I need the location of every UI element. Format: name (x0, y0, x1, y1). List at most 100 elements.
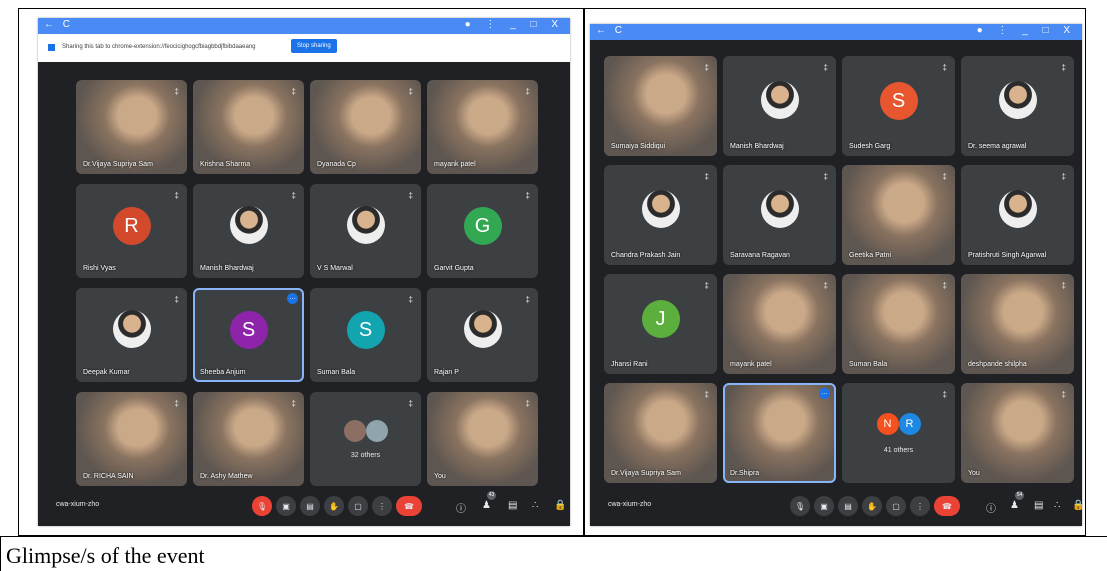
participant-tile[interactable]: Manish Bhardwaj ‡ (193, 184, 304, 278)
captions-button[interactable]: ▤ (300, 496, 320, 516)
camera-button[interactable]: ▣ (276, 496, 296, 516)
participant-tile[interactable]: Rajan P ‡ (427, 288, 538, 382)
participant-tile[interactable]: mayank patel ‡ (427, 80, 538, 174)
participant-tile[interactable]: Dr.Vijaya Supriya Sam ‡ (76, 80, 187, 174)
participant-tile[interactable]: Deepak Kumar ‡ (76, 288, 187, 382)
participant-tile[interactable]: 32 others ‡ (310, 392, 421, 486)
caption-left-border (0, 536, 1, 571)
others-avatar: N (876, 413, 899, 435)
mic-button[interactable]: 🎙 (790, 496, 810, 516)
stop-sharing-button[interactable]: Stop sharing (291, 39, 337, 53)
left-titlebar: ← C ● ⋮ _ □ X (38, 18, 570, 34)
mic-muted-icon: ‡ (704, 281, 709, 290)
raise-hand-button[interactable]: ✋ (324, 496, 344, 516)
info-icon[interactable]: ⓘ (456, 500, 466, 515)
participant-tile[interactable]: S Suman Bala ‡ (310, 288, 421, 382)
participant-avatar: J (641, 300, 680, 338)
people-count-badge: 54 (1015, 491, 1024, 500)
participant-tile[interactable]: Dr. Ashy Mathew ‡ (193, 392, 304, 486)
participant-tile[interactable]: Dr.Vijaya Supriya Sam ‡ (604, 383, 717, 483)
leave-call-button[interactable]: ☎ (396, 496, 422, 516)
participant-avatar: G (463, 207, 502, 246)
more-options-button[interactable]: ⋮ (910, 496, 930, 516)
people-icon[interactable]: ♟ (1010, 500, 1019, 511)
participant-tile[interactable]: Suman Bala ‡ (842, 274, 955, 374)
participant-tile[interactable]: G Garvit Gupta ‡ (427, 184, 538, 278)
participant-name: Dr. Ashy Mathew (200, 473, 253, 480)
participant-photo (346, 206, 385, 245)
participant-tile[interactable]: N R 41 others ‡ (842, 383, 955, 483)
participant-tile[interactable]: Dr. seema agrawal ‡ (961, 56, 1074, 156)
others-count: 32 others (350, 452, 381, 460)
participant-name: Dyanada Cp (317, 161, 356, 168)
mic-muted-icon: ‡ (525, 399, 530, 408)
host-controls-icon[interactable]: 🔒 (554, 500, 566, 511)
participant-photo (760, 190, 799, 228)
participant-name: V S Marwal (317, 265, 353, 272)
participant-tile[interactable]: Chandra Prakash Jain ‡ (604, 165, 717, 265)
participant-name: Rajan P (434, 369, 459, 376)
mic-muted-icon: ‡ (408, 191, 413, 200)
participant-tile[interactable]: deshpande shilpha ‡ (961, 274, 1074, 374)
participant-name: Dr.Vijaya Supriya Sam (611, 470, 681, 477)
present-button[interactable]: ▢ (348, 496, 368, 516)
window-controls[interactable]: ● ⋮ _ □ X (465, 19, 564, 30)
left-meet-window: ← C ● ⋮ _ □ X Sharing this tab to chrome… (38, 18, 570, 526)
meeting-code: cwa-xium-zho (608, 501, 652, 508)
more-options-button[interactable]: ⋮ (372, 496, 392, 516)
participant-tile[interactable]: Manish Bhardwaj ‡ (723, 56, 836, 156)
participant-tile[interactable]: Saravana Ragavan ‡ (723, 165, 836, 265)
mic-muted-icon: ‡ (291, 399, 296, 408)
back-reload-icons[interactable]: ← C (596, 25, 625, 36)
people-icon[interactable]: ♟ (482, 500, 491, 511)
right-meet-window: ← C ● ⋮ _ □ X Sumaiya Siddiqui ‡ Manish Bh… (590, 24, 1082, 526)
participant-name: Geetika Patni (849, 252, 892, 259)
participant-tile[interactable]: Dyanada Cp ‡ (310, 80, 421, 174)
participant-tile[interactable]: Dr. RICHA SAIN ‡ (76, 392, 187, 486)
chat-icon[interactable]: ▤ (1034, 500, 1043, 511)
chat-icon[interactable]: ▤ (508, 500, 517, 511)
mic-muted-icon: ‡ (1061, 63, 1066, 72)
participant-name: Dr. seema agrawal (968, 143, 1027, 150)
participant-tile[interactable]: Pratishruti Singh Agarwal ‡ (961, 165, 1074, 265)
mic-muted-icon: ‡ (823, 63, 828, 72)
mic-muted-icon: ‡ (408, 295, 413, 304)
participant-tile[interactable]: Krishna Sharma ‡ (193, 80, 304, 174)
participant-name: mayank patel (730, 361, 772, 368)
participant-tile[interactable]: S Sheeba Anjum… (193, 288, 304, 382)
tile-options-icon[interactable]: … (287, 293, 298, 304)
participant-tile[interactable]: Sumaiya Siddiqui ‡ (604, 56, 717, 156)
participant-tile[interactable]: Geetika Patni ‡ (842, 165, 955, 265)
back-reload-icons[interactable]: ← C (44, 19, 73, 30)
participant-tile[interactable]: Dr.Shipra… (723, 383, 836, 483)
participant-photo (229, 206, 268, 245)
participant-tile[interactable]: S Sudesh Garg ‡ (842, 56, 955, 156)
participant-tile[interactable]: V S Marwal ‡ (310, 184, 421, 278)
mic-muted-icon: ‡ (942, 172, 947, 181)
others-avatar (365, 420, 388, 443)
info-icon[interactable]: ⓘ (986, 500, 996, 515)
left-bottom-bar: cwa-xium-zho 🎙 ▣ ▤ ✋ ▢ ⋮ ☎ ⓘ ♟ 43 ▤ ∴ 🔒 (38, 486, 570, 526)
participant-tile[interactable]: J Jhansi Rani ‡ (604, 274, 717, 374)
activities-icon[interactable]: ∴ (1054, 500, 1060, 511)
participant-avatar: R (112, 207, 151, 246)
window-controls[interactable]: ● ⋮ _ □ X (977, 25, 1076, 36)
raise-hand-button[interactable]: ✋ (862, 496, 882, 516)
mic-off-button[interactable]: 🎙 (252, 496, 272, 516)
participant-tile[interactable]: R Rishi Vyas ‡ (76, 184, 187, 278)
participant-name: Saravana Ragavan (730, 252, 790, 259)
host-controls-icon[interactable]: 🔒 (1072, 500, 1082, 511)
present-button[interactable]: ▢ (886, 496, 906, 516)
captions-button[interactable]: ▤ (838, 496, 858, 516)
right-bottom-bar: cwa-xium-zho 🎙 ▣ ▤ ✋ ▢ ⋮ ☎ ⓘ ♟ 54 ▤ ∴ 🔒 (590, 486, 1082, 526)
camera-button[interactable]: ▣ (814, 496, 834, 516)
leave-call-button[interactable]: ☎ (934, 496, 960, 516)
activities-icon[interactable]: ∴ (532, 500, 538, 511)
tile-options-icon[interactable]: … (819, 388, 830, 399)
participant-avatar: S (879, 82, 918, 120)
participant-tile[interactable]: mayank patel ‡ (723, 274, 836, 374)
mic-muted-icon: ‡ (942, 281, 947, 290)
right-titlebar: ← C ● ⋮ _ □ X (590, 24, 1082, 40)
participant-tile[interactable]: You ‡ (427, 392, 538, 486)
participant-tile[interactable]: You ‡ (961, 383, 1074, 483)
